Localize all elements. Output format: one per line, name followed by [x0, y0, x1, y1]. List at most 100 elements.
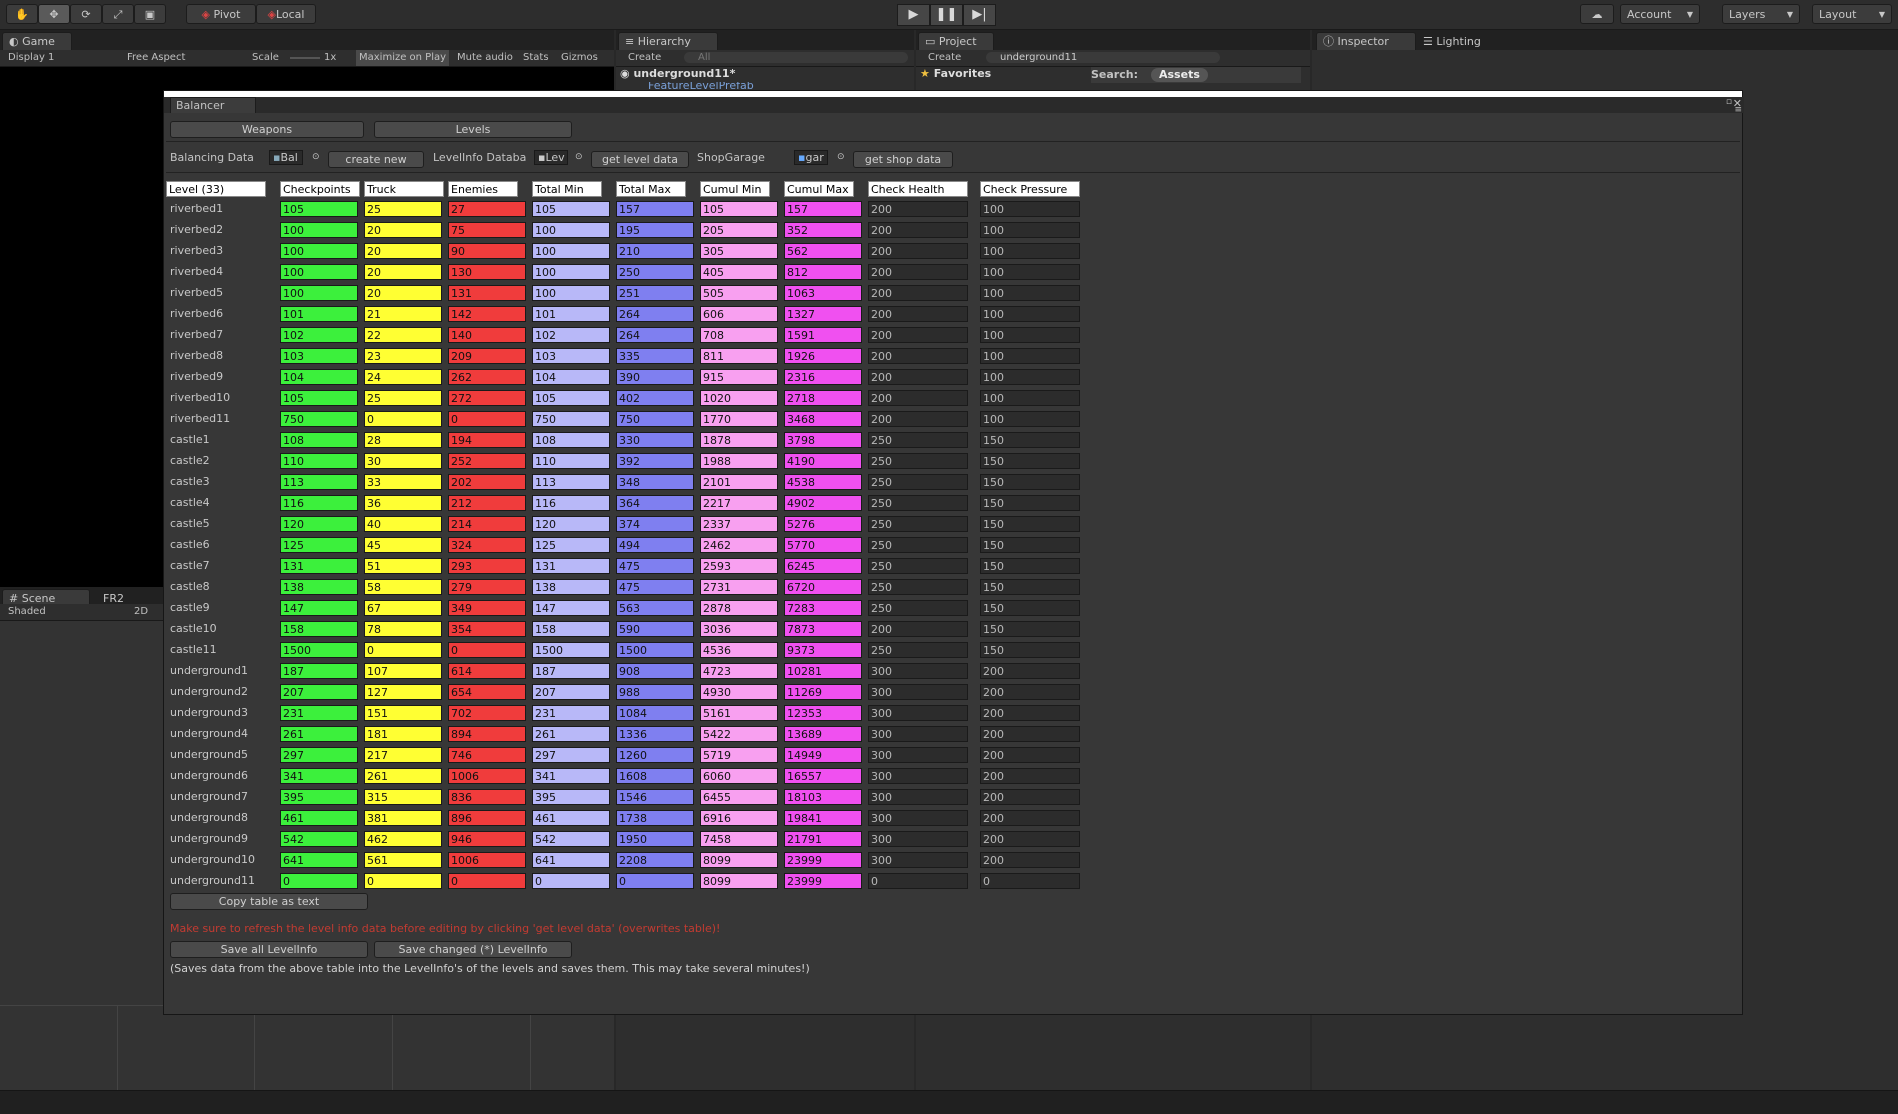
table-cell-checkpoints[interactable]: 101: [280, 306, 358, 322]
table-cell-check-health[interactable]: 250: [868, 600, 968, 616]
table-cell-checkpoints[interactable]: 105: [280, 201, 358, 217]
table-cell-truck[interactable]: 40: [364, 516, 442, 532]
tab-weapons[interactable]: Weapons: [170, 121, 364, 138]
table-cell-total-min[interactable]: 341: [532, 768, 610, 784]
table-cell-truck[interactable]: 25: [364, 201, 442, 217]
table-cell-cumul-max[interactable]: 12353: [784, 705, 862, 721]
table-cell-total-min[interactable]: 542: [532, 831, 610, 847]
table-cell-cumul-max[interactable]: 562: [784, 243, 862, 259]
table-cell-check-pressure[interactable]: 0: [980, 873, 1080, 889]
table-cell-check-health[interactable]: 250: [868, 474, 968, 490]
table-cell-check-health[interactable]: 200: [868, 285, 968, 301]
table-cell-cumul-min[interactable]: 2462: [700, 537, 778, 553]
table-cell-checkpoints[interactable]: 100: [280, 264, 358, 280]
table-cell-truck[interactable]: 127: [364, 684, 442, 700]
table-cell-total-min[interactable]: 100: [532, 285, 610, 301]
table-cell-cumul-max[interactable]: 2316: [784, 369, 862, 385]
column-header[interactable]: Enemies: [448, 181, 518, 197]
table-cell-total-min[interactable]: 116: [532, 495, 610, 511]
table-cell-check-health[interactable]: 200: [868, 201, 968, 217]
tab-hierarchy[interactable]: ≡ Hierarchy: [618, 32, 718, 50]
table-cell-checkpoints[interactable]: 110: [280, 453, 358, 469]
local-toggle[interactable]: ◈Local: [256, 4, 316, 24]
table-cell-cumul-min[interactable]: 708: [700, 327, 778, 343]
table-cell-checkpoints[interactable]: 102: [280, 327, 358, 343]
project-create-dropdown[interactable]: Create: [928, 50, 961, 66]
tab-lighting[interactable]: ☰ Lighting: [1416, 32, 1496, 50]
table-cell-checkpoints[interactable]: 158: [280, 621, 358, 637]
rotate-tool-button[interactable]: ⟳: [70, 4, 102, 24]
table-cell-check-pressure[interactable]: 200: [980, 663, 1080, 679]
table-cell-cumul-max[interactable]: 3798: [784, 432, 862, 448]
table-cell-cumul-max[interactable]: 157: [784, 201, 862, 217]
table-cell-cumul-min[interactable]: 811: [700, 348, 778, 364]
table-cell-cumul-max[interactable]: 1926: [784, 348, 862, 364]
table-cell-cumul-max[interactable]: 6720: [784, 579, 862, 595]
table-cell-enemies[interactable]: 894: [448, 726, 526, 742]
table-cell-cumul-max[interactable]: 5770: [784, 537, 862, 553]
table-cell-enemies[interactable]: 212: [448, 495, 526, 511]
table-cell-enemies[interactable]: 746: [448, 747, 526, 763]
table-cell-cumul-max[interactable]: 7873: [784, 621, 862, 637]
table-cell-total-max[interactable]: 392: [616, 453, 694, 469]
table-cell-total-min[interactable]: 131: [532, 558, 610, 574]
maximize-icon[interactable]: ▫: [1726, 97, 1732, 107]
table-cell-check-health[interactable]: 250: [868, 453, 968, 469]
table-cell-checkpoints[interactable]: 395: [280, 789, 358, 805]
table-cell-total-min[interactable]: 297: [532, 747, 610, 763]
object-picker-icon[interactable]: ⊙: [575, 150, 583, 165]
table-cell-checkpoints[interactable]: 261: [280, 726, 358, 742]
table-cell-check-health[interactable]: 0: [868, 873, 968, 889]
table-cell-cumul-min[interactable]: 2101: [700, 474, 778, 490]
layout-dropdown[interactable]: Layout ▼: [1812, 4, 1892, 24]
table-cell-cumul-max[interactable]: 1591: [784, 327, 862, 343]
table-cell-total-min[interactable]: 108: [532, 432, 610, 448]
table-cell-cumul-max[interactable]: 11269: [784, 684, 862, 700]
table-cell-check-pressure[interactable]: 100: [980, 201, 1080, 217]
table-cell-total-max[interactable]: 475: [616, 579, 694, 595]
table-cell-check-pressure[interactable]: 100: [980, 243, 1080, 259]
copy-table-button[interactable]: Copy table as text: [170, 893, 368, 910]
tab-inspector[interactable]: ⓘ Inspector: [1316, 32, 1416, 50]
table-cell-checkpoints[interactable]: 100: [280, 222, 358, 238]
table-cell-total-min[interactable]: 120: [532, 516, 610, 532]
table-cell-truck[interactable]: 20: [364, 222, 442, 238]
table-cell-total-min[interactable]: 261: [532, 726, 610, 742]
table-cell-total-max[interactable]: 908: [616, 663, 694, 679]
table-cell-total-max[interactable]: 1336: [616, 726, 694, 742]
table-cell-check-pressure[interactable]: 150: [980, 558, 1080, 574]
table-cell-total-min[interactable]: 100: [532, 243, 610, 259]
assets-scope-button[interactable]: Assets: [1151, 68, 1208, 82]
table-cell-check-pressure[interactable]: 200: [980, 789, 1080, 805]
table-cell-check-health[interactable]: 200: [868, 621, 968, 637]
table-cell-check-pressure[interactable]: 100: [980, 327, 1080, 343]
table-cell-enemies[interactable]: 614: [448, 663, 526, 679]
table-cell-cumul-min[interactable]: 2217: [700, 495, 778, 511]
table-cell-cumul-min[interactable]: 1770: [700, 411, 778, 427]
table-cell-enemies[interactable]: 142: [448, 306, 526, 322]
table-cell-total-max[interactable]: 374: [616, 516, 694, 532]
table-cell-truck[interactable]: 0: [364, 642, 442, 658]
table-cell-checkpoints[interactable]: 131: [280, 558, 358, 574]
rect-tool-button[interactable]: ▣: [134, 4, 166, 24]
table-cell-total-max[interactable]: 1950: [616, 831, 694, 847]
table-cell-check-health[interactable]: 300: [868, 789, 968, 805]
table-cell-cumul-max[interactable]: 1327: [784, 306, 862, 322]
table-cell-total-max[interactable]: 264: [616, 327, 694, 343]
table-cell-total-min[interactable]: 125: [532, 537, 610, 553]
table-cell-check-pressure[interactable]: 150: [980, 579, 1080, 595]
table-cell-cumul-min[interactable]: 7458: [700, 831, 778, 847]
table-cell-total-max[interactable]: 1738: [616, 810, 694, 826]
table-cell-checkpoints[interactable]: 461: [280, 810, 358, 826]
table-cell-check-pressure[interactable]: 150: [980, 453, 1080, 469]
table-cell-check-health[interactable]: 300: [868, 705, 968, 721]
table-cell-cumul-min[interactable]: 3036: [700, 621, 778, 637]
table-cell-cumul-max[interactable]: 23999: [784, 873, 862, 889]
table-cell-check-health[interactable]: 300: [868, 810, 968, 826]
table-cell-total-max[interactable]: 250: [616, 264, 694, 280]
table-cell-total-max[interactable]: 402: [616, 390, 694, 406]
table-cell-total-min[interactable]: 102: [532, 327, 610, 343]
table-cell-checkpoints[interactable]: 113: [280, 474, 358, 490]
table-cell-check-health[interactable]: 250: [868, 579, 968, 595]
table-cell-enemies[interactable]: 1006: [448, 852, 526, 868]
